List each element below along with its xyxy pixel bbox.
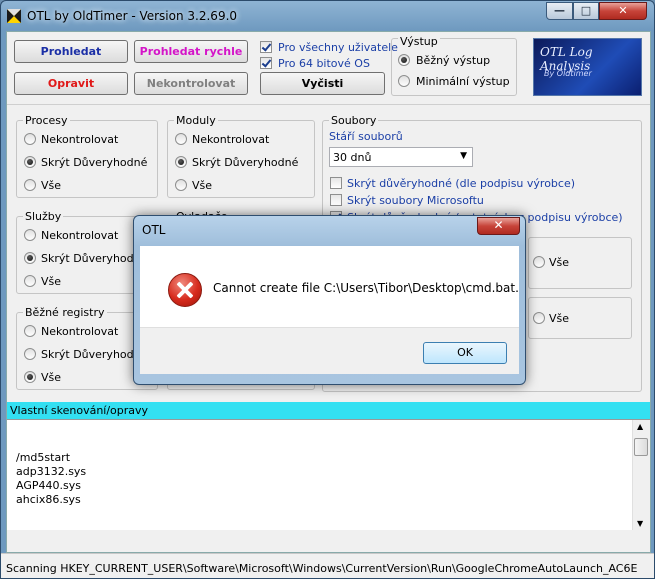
chevron-down-icon: ▼ [460,151,467,161]
error-dialog: OTL ✕ Cannot create file C:\Users\Tibor\… [133,215,526,385]
scroll-down-icon[interactable]: ▼ [637,519,643,528]
output-group-title: Výstup [398,35,440,48]
all-users-label: Pro všechny uživatele [278,41,398,54]
sluzby-hide-label: Skrýt Důveryhodné [41,252,148,265]
status-text: Scanning HKEY_CURRENT_USER\Software\Micr… [6,562,638,575]
dialog-body: Cannot create file C:\Users\Tibor\Deskto… [140,246,519,327]
moduly-none-label: Nekontrolovat [192,133,270,146]
registry-title: Běžné registry [23,306,107,319]
status-bar: Scanning HKEY_CURRENT_USER\Software\Micr… [1,553,654,578]
moduly-all-label: Vše [192,179,213,192]
minimize-icon: — [554,4,565,17]
os64-checkbox[interactable] [260,57,272,69]
custom-scan-header-label: Vlastní skenování/opravy [10,404,149,417]
logo-subtitle: By Oldtimer [544,69,592,78]
registry-none-radio[interactable] [24,325,36,337]
procesy-group: Procesy Nekontrolovat Skrýt Důveryhodné … [16,114,158,198]
soubory-title: Soubory [329,114,379,127]
scan-button[interactable]: Prohledat [14,40,128,63]
procesy-title: Procesy [23,114,70,127]
files-opt2-label: Skrýt soubory Microsoftu [347,194,484,207]
separator [7,104,650,105]
registry-hide-radio[interactable] [24,348,36,360]
scroll-up-icon[interactable]: ▲ [637,422,643,431]
procesy-all-radio[interactable] [24,179,36,191]
files-subgroup-2: Vše [528,297,632,339]
files-opt2-checkbox[interactable] [330,194,342,206]
output-minimal-label: Minimální výstup [416,75,510,88]
files-sub1-all-label: Vše [549,256,570,269]
custom-line: ahcix86.sys [16,493,81,506]
custom-line: AGP440.sys [16,479,81,492]
maximize-button[interactable]: □ [573,2,599,20]
unchecked-button[interactable]: Nekontrolovat [134,72,248,95]
files-opt1-checkbox[interactable] [330,177,342,189]
custom-scan-header: Vlastní skenování/opravy [7,402,650,419]
sluzby-none-radio[interactable] [24,229,36,241]
moduly-all-radio[interactable] [175,179,187,191]
custom-scan-textarea[interactable]: /md5start adp3132.sys AGP440.sys ahcix86… [7,419,650,530]
custom-scrollbar[interactable]: ▲ ▼ [632,420,650,530]
files-subgroup-1: Vše [528,237,632,289]
clear-button[interactable]: Vyčisti [260,72,385,95]
app-icon [7,9,21,23]
output-group: Výstup Běžný výstup Minimální výstup [391,35,517,96]
custom-line: /md5start [16,451,71,464]
dialog-close-button[interactable]: ✕ [477,217,520,235]
dialog-footer: OK [140,327,519,374]
dialog-message: Cannot create file C:\Users\Tibor\Deskto… [213,281,519,295]
output-normal-radio[interactable] [398,54,410,66]
quick-scan-button[interactable]: Prohledat rychle [134,40,248,63]
procesy-none-radio[interactable] [24,133,36,145]
moduly-hide-label: Skrýt Důveryhodné [192,156,299,169]
sluzby-none-label: Nekontrolovat [41,229,119,242]
moduly-hide-radio[interactable] [175,156,187,168]
registry-all-label: Vše [41,371,62,384]
fix-button[interactable]: Opravit [14,72,128,95]
title-bar[interactable]: OTL by OldTimer - Version 3.2.69.0 — □ ✕ [1,1,654,31]
window-title: OTL by OldTimer - Version 3.2.69.0 [27,9,238,23]
dialog-title: OTL [142,223,166,237]
files-sub2-all-label: Vše [549,312,570,325]
all-users-checkbox[interactable] [260,41,272,53]
otl-logo: OTL Log Analysis By Oldtimer [533,38,642,96]
scroll-thumb[interactable] [634,438,648,456]
moduly-title: Moduly [174,114,218,127]
minimize-button[interactable]: — [546,2,573,20]
sluzby-hide-radio[interactable] [24,252,36,264]
files-sub2-all-radio[interactable] [533,312,545,324]
ok-button[interactable]: OK [423,342,507,364]
file-age-select[interactable]: 30 dnů ▼ [329,147,473,167]
moduly-group: Moduly Nekontrolovat Skrýt Důveryhodné V… [167,114,315,198]
close-button[interactable]: ✕ [599,2,647,20]
os64-label: Pro 64 bitové OS [278,57,370,70]
sluzby-title: Služby [23,210,64,223]
procesy-none-label: Nekontrolovat [41,133,119,146]
output-normal-label: Běžný výstup [416,54,491,67]
output-minimal-radio[interactable] [398,75,410,87]
close-icon: ✕ [493,218,504,232]
files-opt1-label: Skrýt důvěryhodné (dle podpisu výrobce) [347,177,576,190]
sluzby-all-label: Vše [41,275,62,288]
error-icon [168,273,202,307]
custom-line: adp3132.sys [16,465,87,478]
file-age-label: Stáří souborů [329,130,403,143]
registry-none-label: Nekontrolovat [41,325,119,338]
sluzby-all-radio[interactable] [24,275,36,287]
procesy-all-label: Vše [41,179,62,192]
maximize-icon: □ [580,4,592,17]
procesy-hide-radio[interactable] [24,156,36,168]
files-sub1-all-radio[interactable] [533,256,545,268]
procesy-hide-label: Skrýt Důveryhodné [41,156,148,169]
registry-hide-label: Skrýt Důveryhodné [41,348,148,361]
file-age-value: 30 dnů [333,151,372,164]
moduly-none-radio[interactable] [175,133,187,145]
registry-all-radio[interactable] [24,371,36,383]
close-icon: ✕ [618,4,628,17]
